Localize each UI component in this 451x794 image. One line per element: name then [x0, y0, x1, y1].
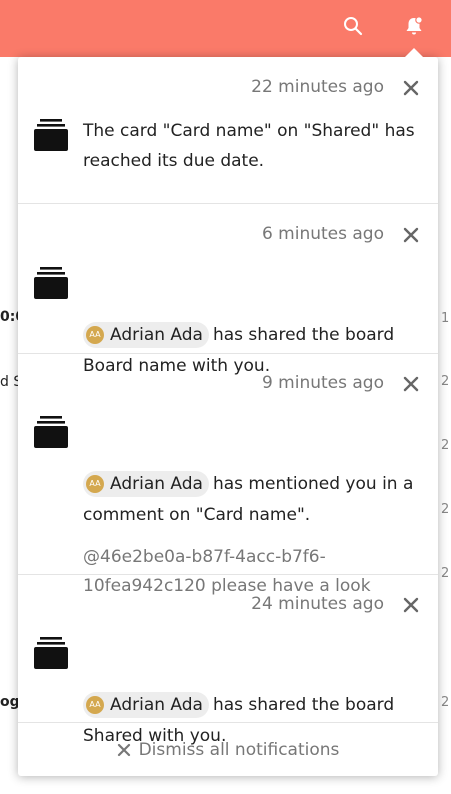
deck-app-icon [34, 416, 68, 448]
notification-text: The card "Card name" on "Shared" has rea… [83, 121, 415, 171]
background-text-fragment: og [0, 694, 20, 710]
user-name: Adrian Ada [110, 695, 203, 715]
notification-time: 9 minutes ago [261, 373, 384, 393]
notification-item[interactable]: 9 minutes ago AA Adrian Ada has mentione… [18, 354, 438, 596]
background-count-fragment: 2 [441, 566, 450, 581]
notification-item[interactable]: 22 minutes ago The card "Card name" on "… [18, 57, 438, 204]
popover-arrow [404, 48, 424, 58]
background-count-fragment: 2 [441, 502, 450, 517]
background-count-fragment: 2 [441, 695, 450, 710]
notifications-bell-icon[interactable] [403, 15, 425, 37]
background-count-fragment: 2 [441, 438, 450, 453]
user-chip[interactable]: AA Adrian Ada [83, 322, 209, 348]
background-count-fragment: 1 [441, 311, 450, 326]
deck-app-icon [34, 267, 68, 299]
user-name: Adrian Ada [110, 474, 203, 494]
notification-item[interactable]: 6 minutes ago AA Adrian Ada has shared t… [18, 204, 438, 376]
close-icon[interactable] [402, 596, 420, 614]
dismiss-all-button[interactable]: Dismiss all notifications [18, 723, 438, 776]
notification-time: 22 minutes ago [251, 77, 384, 97]
avatar: AA [86, 326, 104, 344]
avatar: AA [86, 696, 104, 714]
notification-item[interactable]: 24 minutes ago AA Adrian Ada has shared … [18, 575, 438, 746]
app-header [0, 0, 451, 57]
user-name: Adrian Ada [110, 325, 203, 345]
user-chip[interactable]: AA Adrian Ada [83, 471, 209, 497]
close-icon[interactable] [402, 375, 420, 393]
notifications-popover: 22 minutes ago The card "Card name" on "… [18, 57, 438, 776]
background-count-fragment: 2 [441, 374, 450, 389]
notification-time: 24 minutes ago [251, 594, 384, 614]
search-icon[interactable] [343, 16, 363, 36]
dismiss-all-label: Dismiss all notifications [138, 739, 340, 760]
close-icon[interactable] [402, 226, 420, 244]
close-icon [117, 743, 130, 756]
notification-time: 6 minutes ago [261, 224, 384, 244]
avatar: AA [86, 475, 104, 493]
user-chip[interactable]: AA Adrian Ada [83, 692, 209, 718]
deck-app-icon [34, 119, 68, 151]
close-icon[interactable] [402, 79, 420, 97]
deck-app-icon [34, 637, 68, 669]
